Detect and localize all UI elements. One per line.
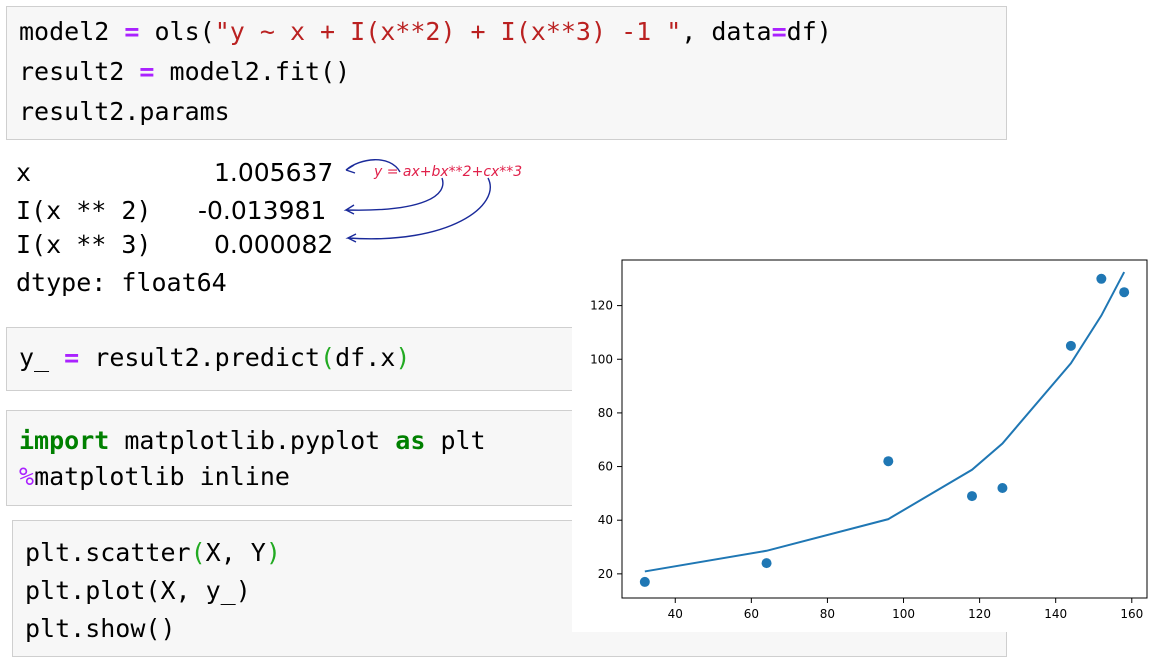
- annotation-arrow-b: [343, 177, 444, 215]
- code-line: model2 = ols("y ~ x + I(x**2) + I(x**3) …: [19, 17, 832, 47]
- code-line: result2.params: [19, 97, 230, 127]
- code-token: result2: [19, 57, 140, 86]
- code-token: result2.predict: [79, 343, 321, 372]
- code-token: result2.params: [19, 97, 230, 126]
- code-line: result2 = model2.fit(): [19, 57, 350, 87]
- code-token: , data: [681, 17, 772, 46]
- scatter-point: [761, 558, 772, 569]
- scatter-point: [967, 491, 977, 502]
- scatter-point: [639, 576, 650, 587]
- code-token: X, Y: [205, 538, 266, 567]
- code-token: (: [320, 343, 336, 372]
- x-tick-label: 40: [668, 607, 683, 621]
- scatter-point: [883, 456, 894, 467]
- code-token: =: [771, 17, 787, 46]
- code-token: "y ~ x + I(x**2) + I(x**3) -1 ": [214, 17, 682, 46]
- handwritten-annotation: y = ax+bx**2+cx**3: [343, 159, 522, 243]
- y-tick-label: 20: [598, 567, 613, 581]
- code-token: matplotlib.pyplot: [109, 426, 396, 455]
- param-name-x: x: [16, 158, 32, 187]
- code-token: ols(: [139, 17, 215, 46]
- code-token: plt.plot(X, y_): [25, 576, 251, 605]
- code-line: import matplotlib.pyplot as plt: [19, 426, 486, 456]
- code-token: =: [64, 343, 80, 372]
- code-token: =: [124, 17, 140, 46]
- y-tick-label: 100: [590, 352, 613, 366]
- x-tick-label: 80: [820, 607, 835, 621]
- code-line: plt.scatter(X, Y): [25, 538, 281, 568]
- x-tick-label: 140: [1044, 607, 1067, 621]
- code-line: plt.show(): [25, 614, 176, 644]
- code-token: matplotlib inline: [34, 462, 290, 491]
- param-value-x2: -0.013981: [198, 196, 327, 225]
- code-token: =: [139, 57, 155, 86]
- y-tick-label: 40: [598, 513, 613, 527]
- scatter-point: [1096, 273, 1107, 284]
- param-name-x2: I(x ** 2): [16, 196, 152, 225]
- y-tick-label: 80: [598, 406, 613, 420]
- y-tick-label: 60: [598, 460, 613, 474]
- code-line: %matplotlib inline: [19, 462, 290, 492]
- param-value-x3: 0.000082: [214, 230, 334, 259]
- code-cell-1[interactable]: model2 = ols("y ~ x + I(x**2) + I(x**3) …: [6, 6, 1007, 140]
- scatter-point: [1119, 287, 1130, 298]
- code-line: plt.plot(X, y_): [25, 576, 251, 606]
- code-token: model2.fit(): [154, 57, 351, 86]
- x-tick-label: 160: [1120, 607, 1143, 621]
- code-token: plt.scatter: [25, 538, 191, 567]
- code-token: df): [786, 17, 832, 46]
- x-tick-label: 60: [744, 607, 759, 621]
- scatter-point: [1065, 340, 1076, 351]
- code-token: (: [190, 538, 206, 567]
- param-value-x: 1.005637: [214, 158, 334, 187]
- code-token: ): [265, 538, 281, 567]
- series-line: [644, 271, 1126, 573]
- y-tick-label: 120: [590, 299, 613, 313]
- scatter-line-chart: 40 60 80 100 120 140 160 20 40 60 80 100 120: [590, 259, 1148, 621]
- plot-frame: [621, 259, 1148, 599]
- code-token: df.x: [335, 343, 396, 372]
- code-token: y_: [19, 343, 65, 372]
- scatter-point: [997, 483, 1008, 494]
- code-token: as: [395, 426, 426, 455]
- x-tick-label: 120: [968, 607, 991, 621]
- code-token: model2: [19, 17, 125, 46]
- code-line: y_ = result2.predict(df.x): [19, 343, 410, 373]
- code-token: %: [19, 462, 35, 491]
- code-token: plt: [425, 426, 486, 455]
- code-token: import: [19, 426, 110, 455]
- plot-output: 40 60 80 100 120 140 160 20 40 60 80 100 120: [572, 246, 1151, 632]
- x-tick-label: 100: [892, 607, 915, 621]
- param-name-x3: I(x ** 3): [16, 230, 152, 259]
- dtype-line: dtype: float64: [16, 268, 227, 297]
- code-token: plt.show(): [25, 614, 176, 643]
- code-token: ): [395, 343, 411, 372]
